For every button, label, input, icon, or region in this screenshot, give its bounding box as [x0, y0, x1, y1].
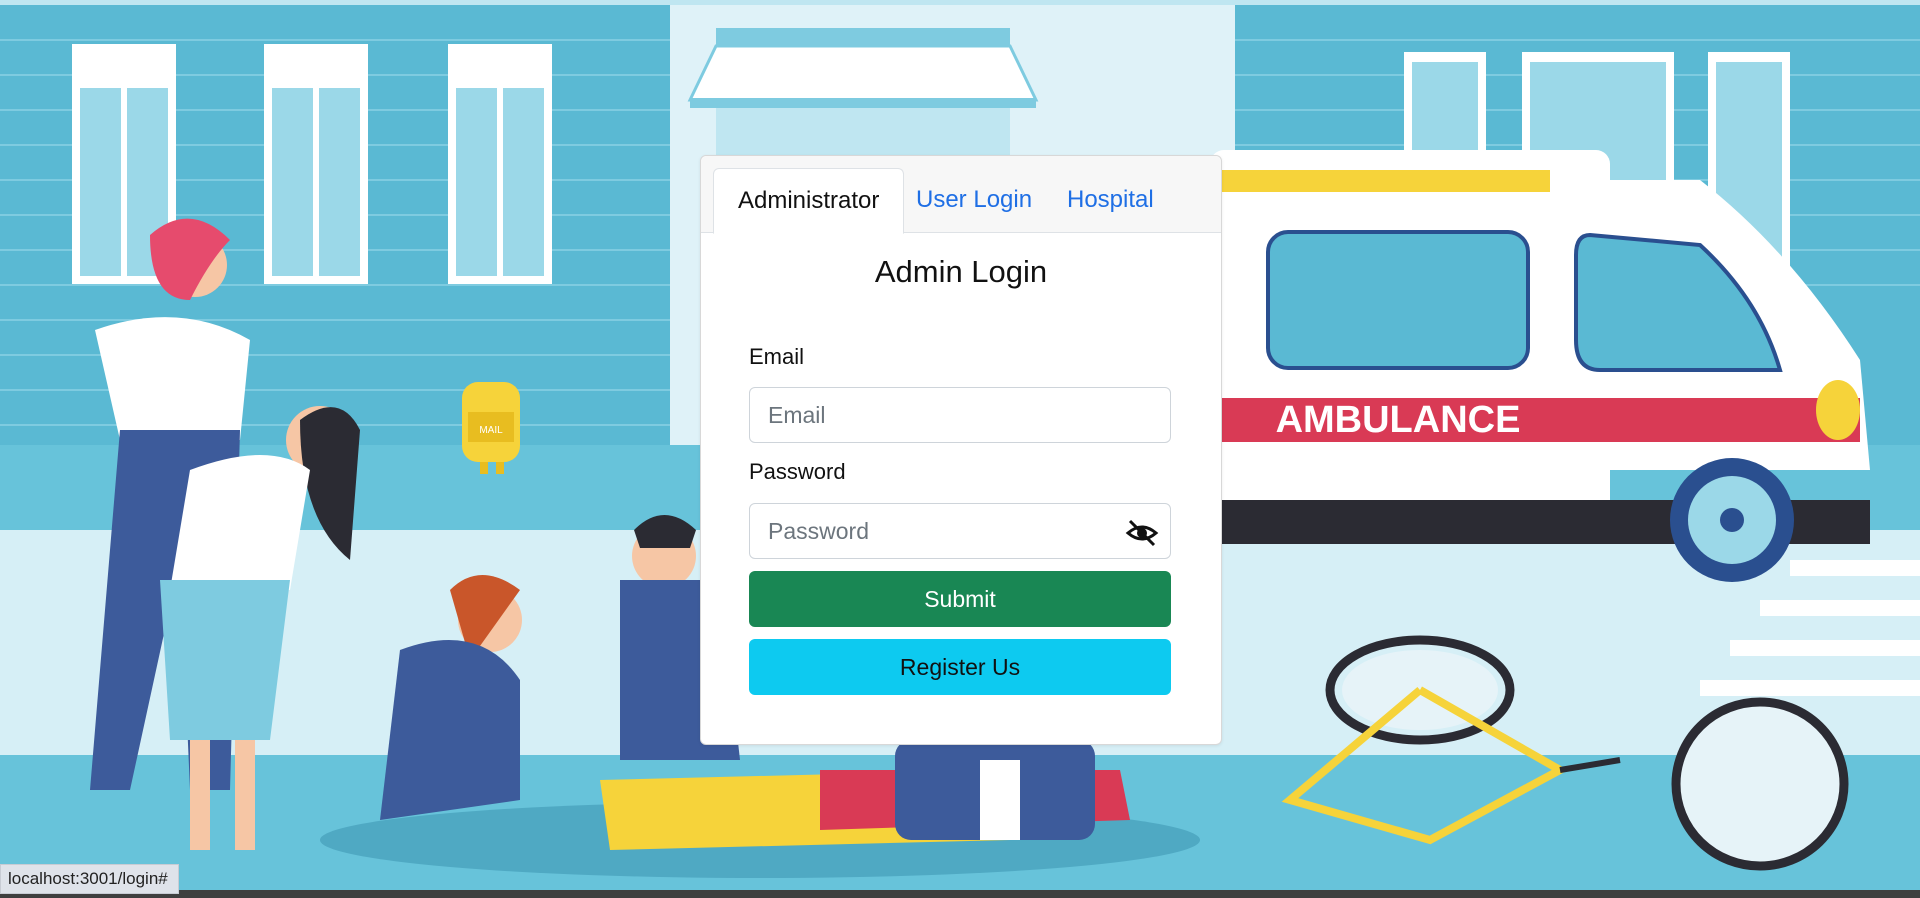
tab-administrator[interactable]: Administrator [713, 168, 905, 234]
tab-hospital[interactable]: Hospital [1043, 168, 1178, 232]
tab-user-login[interactable]: User Login [892, 168, 1056, 232]
submit-button[interactable]: Submit [749, 571, 1171, 627]
email-field[interactable] [749, 387, 1171, 443]
status-bar-url: localhost:3001/login# [0, 864, 179, 894]
password-label: Password [749, 459, 846, 484]
left-building [0, 5, 670, 445]
register-button[interactable]: Register Us [749, 639, 1171, 695]
password-field[interactable] [749, 503, 1171, 559]
form-title: Admin Login [874, 254, 1048, 289]
mailbox-text: MAIL [479, 425, 503, 436]
eye-slash-icon[interactable] [1125, 518, 1159, 548]
mailbox: MAIL [462, 382, 520, 474]
email-label: Email [749, 344, 805, 369]
login-card: Administrator User Login Hospital Admin … [700, 155, 1222, 745]
login-tabs: Administrator User Login Hospital [701, 156, 1221, 234]
ambulance-text: AMBULANCE [1276, 399, 1521, 441]
